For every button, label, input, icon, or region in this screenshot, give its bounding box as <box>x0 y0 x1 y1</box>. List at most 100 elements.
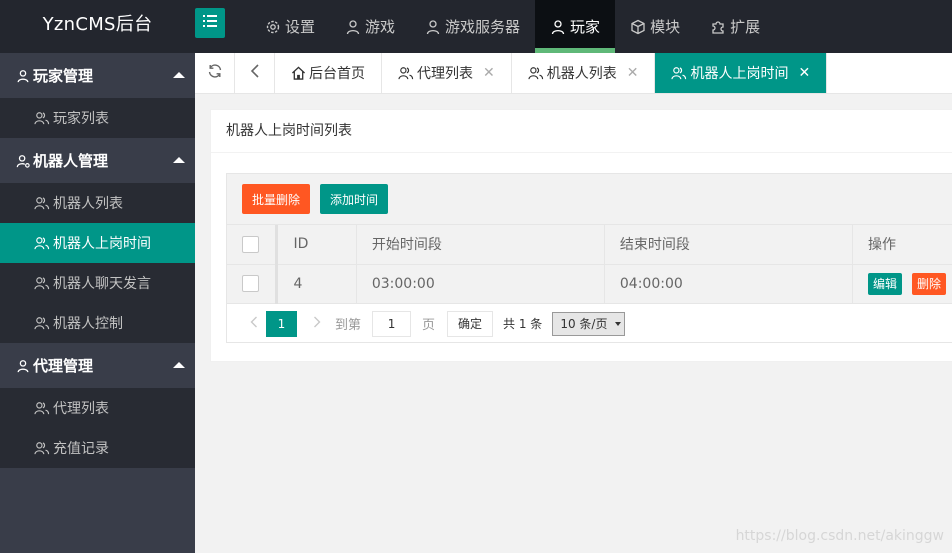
topnav-settings[interactable]: 设置 <box>250 0 330 53</box>
tab-robot-list[interactable]: 机器人列表 ✕ <box>512 53 656 93</box>
cell-id: 4 <box>276 264 357 304</box>
select-all-checkbox[interactable] <box>242 235 259 253</box>
sidebar-group-header[interactable]: 机器人管理 <box>0 138 195 183</box>
column-header-end[interactable]: 结束时间段 <box>604 225 853 265</box>
cell-start: 03:00:00 <box>356 264 605 304</box>
caret-up-icon <box>173 157 185 163</box>
home-icon <box>291 66 306 80</box>
delete-button[interactable]: 删除 <box>911 272 946 295</box>
users-icon <box>34 196 50 210</box>
column-header-id[interactable]: ID <box>276 225 357 265</box>
close-icon[interactable]: ✕ <box>798 65 810 81</box>
app-logo: YznCMS后台 <box>42 14 153 35</box>
sidebar-item-label: 机器人聊天发言 <box>53 276 151 292</box>
watermark: https://blog.csdn.net/akinggw <box>735 528 944 544</box>
cube-icon <box>630 19 646 35</box>
table-toolbar: 批量删除 添加时间 <box>227 174 952 225</box>
close-icon[interactable]: ✕ <box>627 65 639 81</box>
cell-actions: 编辑 删除 <box>852 264 952 304</box>
sidebar-group-header[interactable]: 代理管理 <box>0 343 195 388</box>
header-checkbox-cell <box>227 225 279 265</box>
user-icon <box>550 19 566 35</box>
chevron-left-icon <box>250 63 260 83</box>
sidebar-item-robot-control[interactable]: 机器人控制 <box>0 303 195 343</box>
card-title: 机器人上岗时间列表 <box>211 110 952 153</box>
users-icon <box>34 111 50 125</box>
topnav-label: 玩家 <box>570 18 601 36</box>
sidebar-item-label: 玩家列表 <box>53 111 109 127</box>
add-time-button[interactable]: 添加时间 <box>320 184 389 214</box>
sidebar-item-recharge-records[interactable]: 充值记录 <box>0 428 195 468</box>
topnav-players[interactable]: 玩家 <box>535 0 616 53</box>
list-icon <box>203 15 217 31</box>
users-icon <box>34 236 50 250</box>
sidebar: 玩家管理 玩家列表 机器人管理 机器人列表 机器人上岗时间 机器人聊天发言 机器… <box>0 53 195 553</box>
topnav-games[interactable]: 游戏 <box>330 0 410 53</box>
sidebar-group-label: 代理管理 <box>33 357 94 375</box>
sidebar-group-agents: 代理管理 代理列表 充值记录 <box>0 343 195 468</box>
page-size-select[interactable]: 10 条/页 <box>552 311 626 336</box>
goto-page-input[interactable]: 1 <box>372 310 412 337</box>
pagination: 1 到第 1 页 确定 共 1 条 10 条/页 <box>227 304 952 344</box>
sidebar-group-header[interactable]: 玩家管理 <box>0 53 195 98</box>
current-page[interactable]: 1 <box>266 310 297 337</box>
user-icon <box>425 19 441 35</box>
sidebar-item-label: 机器人上岗时间 <box>53 236 151 252</box>
column-header-actions: 操作 <box>852 225 952 265</box>
caret-up-icon <box>173 362 185 368</box>
prev-page-button[interactable] <box>242 316 266 332</box>
tab-robot-schedule[interactable]: 机器人上岗时间 ✕ <box>655 53 828 93</box>
user-icon <box>16 69 30 83</box>
users-icon <box>528 66 544 80</box>
top-nav: 设置 游戏 游戏服务器 玩家 模块 扩展 <box>250 0 775 53</box>
sidebar-item-label: 机器人列表 <box>53 196 123 212</box>
topnav-label: 扩展 <box>730 18 761 36</box>
refresh-button[interactable] <box>195 53 235 93</box>
sidebar-group-label: 玩家管理 <box>33 67 94 85</box>
tabs-bar: 后台首页 代理列表 ✕ 机器人列表 ✕ 机器人上岗时间 ✕ <box>195 53 952 94</box>
sidebar-item-robot-list[interactable]: 机器人列表 <box>0 183 195 223</box>
sidebar-item-robot-schedule[interactable]: 机器人上岗时间 <box>0 223 195 263</box>
table-header-row: ID 开始时间段 结束时间段 操作 <box>227 225 952 265</box>
sidebar-item-agent-list[interactable]: 代理列表 <box>0 388 195 428</box>
row-checkbox[interactable] <box>242 275 259 292</box>
sidebar-item-player-list[interactable]: 玩家列表 <box>0 98 195 138</box>
sidebar-item-robot-chat[interactable]: 机器人聊天发言 <box>0 263 195 303</box>
puzzle-icon <box>710 19 726 35</box>
topnav-extensions[interactable]: 扩展 <box>695 0 775 53</box>
menu-toggle-button[interactable] <box>195 8 225 38</box>
tab-agent-list[interactable]: 代理列表 ✕ <box>382 53 512 93</box>
chevron-right-icon <box>314 316 321 327</box>
total-count: 共 1 条 <box>503 317 543 331</box>
topnav-game-servers[interactable]: 游戏服务器 <box>410 0 535 53</box>
sidebar-item-label: 机器人控制 <box>53 316 123 332</box>
cell-end: 04:00:00 <box>604 264 853 304</box>
page-unit-label: 页 <box>422 318 436 333</box>
users-icon <box>34 276 50 290</box>
top-header: YznCMS后台 设置 游戏 游戏服务器 玩家 模块 扩展 <box>0 0 952 53</box>
batch-delete-button[interactable]: 批量删除 <box>242 184 311 214</box>
goto-confirm-button[interactable]: 确定 <box>447 310 494 337</box>
data-table: 批量删除 添加时间 ID 开始时间段 结束时间段 操作 4 03:00:00 0… <box>226 173 952 343</box>
refresh-icon <box>207 63 223 83</box>
users-icon <box>398 66 414 80</box>
chevron-left-icon <box>250 316 257 327</box>
tab-home[interactable]: 后台首页 <box>275 53 382 93</box>
close-icon[interactable]: ✕ <box>483 65 495 81</box>
user-settings-icon <box>16 154 30 168</box>
sidebar-group-players: 玩家管理 玩家列表 <box>0 53 195 138</box>
sidebar-group-robots: 机器人管理 机器人列表 机器人上岗时间 机器人聊天发言 机器人控制 <box>0 138 195 343</box>
grid: ID 开始时间段 结束时间段 操作 4 03:00:00 04:00:00 编辑… <box>227 225 952 304</box>
gear-icon <box>265 19 281 35</box>
topnav-label: 模块 <box>650 18 681 36</box>
edit-button[interactable]: 编辑 <box>867 272 902 295</box>
next-page-button[interactable] <box>305 316 329 332</box>
tab-label: 机器人上岗时间 <box>690 66 789 82</box>
users-icon <box>34 401 50 415</box>
column-header-start[interactable]: 开始时间段 <box>356 225 605 265</box>
user-icon <box>345 19 361 35</box>
content-card: 机器人上岗时间列表 批量删除 添加时间 ID 开始时间段 结束时间段 操作 4 <box>210 109 952 362</box>
topnav-modules[interactable]: 模块 <box>615 0 695 53</box>
tabs-prev-button[interactable] <box>235 53 275 93</box>
tab-label: 机器人列表 <box>546 66 617 82</box>
